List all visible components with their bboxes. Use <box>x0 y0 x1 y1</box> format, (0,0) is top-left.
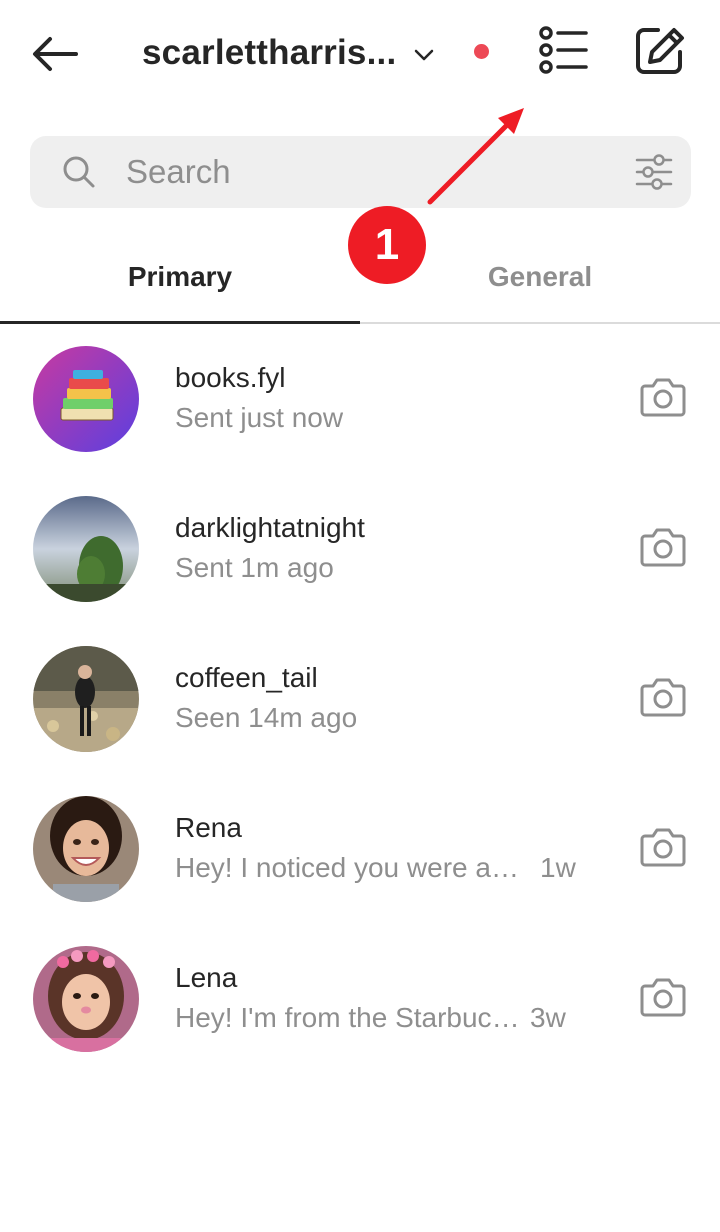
avatar <box>33 496 139 602</box>
thread-preview: Seen 14m ago <box>175 702 358 733</box>
thread-name: coffeen_tail <box>175 662 318 693</box>
thread-name: books.fyl <box>175 362 286 393</box>
thread-row[interactable]: coffeen_tail Seen 14m ago <box>0 622 720 772</box>
thread-time: 1w <box>540 852 576 883</box>
compose-button[interactable] <box>634 24 688 78</box>
thread-row[interactable]: darklightatnight Sent 1m ago <box>0 472 720 622</box>
tab-general-label: General <box>487 261 593 292</box>
avatar <box>33 346 139 452</box>
thread-status: Seen 14m ago <box>175 702 357 734</box>
annotation-badge: 1 <box>348 206 426 284</box>
search-input[interactable] <box>126 136 606 208</box>
thread-preview: Hey! I noticed you were a ... <box>175 852 520 883</box>
header: scarlettharris... <box>0 0 720 110</box>
camera-icon[interactable] <box>640 376 686 418</box>
camera-icon[interactable] <box>640 976 686 1018</box>
thread-row[interactable]: Rena Hey! I noticed you were a ... 1w <box>0 772 720 922</box>
thread-status: Hey! I noticed you were a ... 1w <box>175 852 576 884</box>
camera-icon[interactable] <box>640 826 686 868</box>
filter-icon[interactable] <box>635 152 673 192</box>
account-title: scarlettharris... <box>142 33 397 72</box>
thread-preview: Sent 1m ago <box>175 552 334 583</box>
thread-status: Sent just now <box>175 402 343 434</box>
tab-primary-label: Primary <box>127 261 233 292</box>
chevron-down-icon <box>415 49 434 61</box>
thread-preview: Sent just now <box>175 402 344 433</box>
avatar <box>33 946 139 1052</box>
camera-icon[interactable] <box>640 526 686 568</box>
thread-name: Rena <box>175 812 242 843</box>
camera-icon[interactable] <box>640 676 686 718</box>
arrow-left-icon <box>33 37 78 71</box>
thread-status: Sent 1m ago <box>175 552 334 584</box>
account-switcher[interactable]: scarlettharris... <box>142 28 434 78</box>
thread-name: darklightatnight <box>175 512 365 543</box>
avatar <box>33 796 139 902</box>
thread-row[interactable]: Lena Hey! I'm from the Starbuck... 3w <box>0 922 720 1072</box>
thread-row[interactable]: books.fyl Sent just now <box>0 322 720 472</box>
thread-name: Lena <box>175 962 238 993</box>
tab-primary[interactable]: Primary <box>0 232 360 322</box>
avatar <box>33 646 139 752</box>
back-button[interactable] <box>26 30 82 78</box>
search-bar[interactable] <box>30 136 691 208</box>
list-view-button[interactable] <box>536 24 590 78</box>
notification-dot <box>474 44 489 59</box>
thread-time: 3w <box>530 1002 566 1033</box>
search-icon <box>63 156 95 188</box>
annotation-number: 1 <box>374 220 400 269</box>
compose-icon <box>636 28 684 74</box>
thread-preview: Hey! I'm from the Starbuck... <box>175 1002 520 1033</box>
thread-status: Hey! I'm from the Starbuck... 3w <box>175 1002 566 1034</box>
list-icon <box>539 26 588 74</box>
